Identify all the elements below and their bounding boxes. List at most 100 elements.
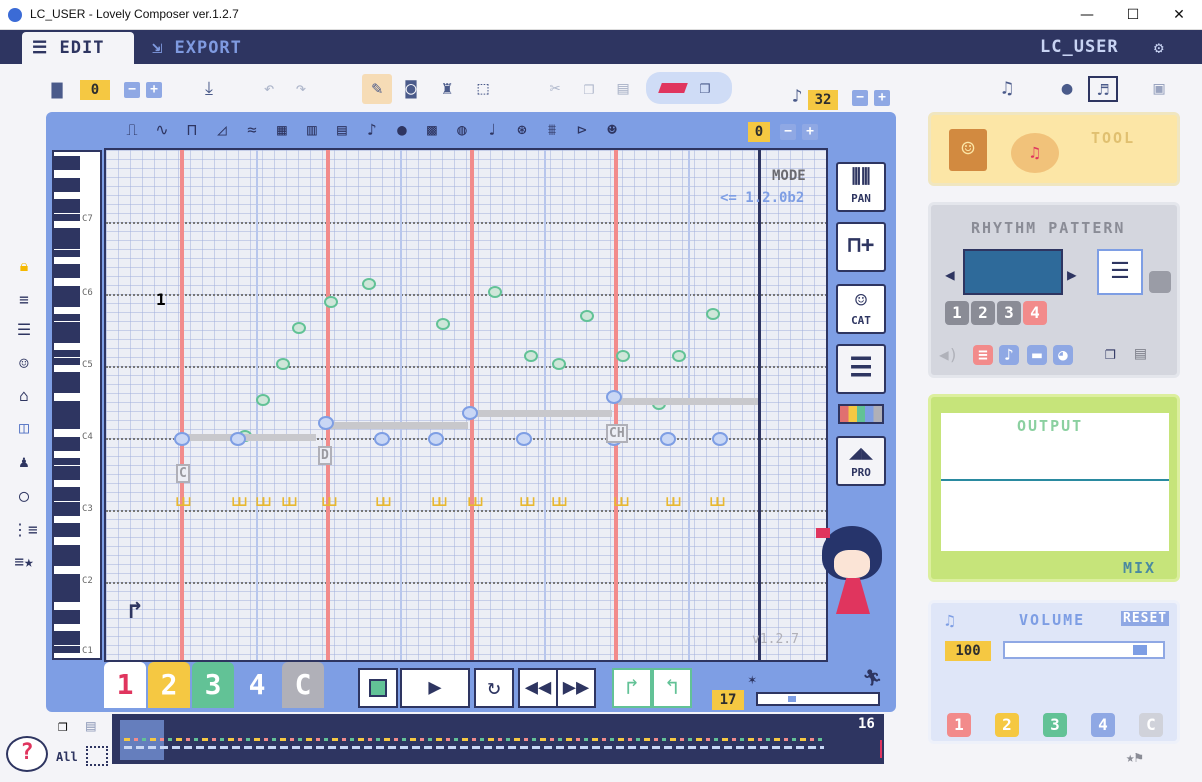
black-key[interactable] [54, 523, 80, 531]
piano-icon[interactable]: ▥ [300, 118, 324, 142]
black-key[interactable] [54, 249, 80, 257]
volume-chC[interactable]: C [1139, 713, 1163, 737]
music-box-icon[interactable]: ▩ [420, 118, 444, 142]
pulse-wave-icon[interactable]: ⊓ [180, 118, 204, 142]
window-copy-icon[interactable]: ▣ [1146, 76, 1172, 102]
bell-icon[interactable]: ♟ [12, 450, 36, 474]
black-key[interactable] [54, 588, 80, 595]
black-key[interactable] [54, 444, 80, 451]
black-key[interactable] [54, 609, 80, 617]
rhythm-slot-2[interactable]: 2 [971, 301, 995, 325]
page-plus-button[interactable]: + [146, 82, 162, 98]
black-key[interactable] [54, 530, 80, 538]
face-icon[interactable]: ☺ [12, 352, 36, 376]
tab-export[interactable]: ⇲ EXPORT [142, 32, 282, 64]
black-key[interactable] [54, 552, 80, 559]
channel-tab-3[interactable]: 3 [192, 662, 234, 708]
select-all-icon[interactable] [86, 746, 108, 766]
black-key[interactable] [54, 242, 80, 250]
rewind-button[interactable]: ◀◀ [518, 668, 558, 708]
black-key[interactable] [54, 631, 80, 639]
rhythm-slot-1[interactable]: 1 [945, 301, 969, 325]
paste-icon[interactable]: ▤ [610, 76, 636, 102]
black-key[interactable] [54, 595, 80, 603]
harp-icon[interactable]: ♪ [360, 118, 384, 142]
note-length-plus[interactable]: + [874, 90, 890, 106]
noise-wave-icon[interactable]: ≈ [240, 118, 264, 142]
rhythm-next-icon[interactable]: ▶ [1067, 265, 1077, 284]
tab-edit[interactable]: ☰ EDIT [22, 32, 134, 64]
black-key[interactable] [54, 573, 80, 581]
bell-inst-icon[interactable]: ⊛ [510, 118, 534, 142]
saw-wave-icon[interactable]: ◿ [210, 118, 234, 142]
black-key[interactable] [54, 213, 80, 221]
channel-tab-chord[interactable]: C [282, 662, 324, 708]
black-key[interactable] [54, 300, 80, 307]
note-length-minus[interactable]: − [852, 90, 868, 106]
organ-icon[interactable]: ▤ [330, 118, 354, 142]
scroll-speed-slider[interactable] [756, 692, 880, 706]
black-key[interactable] [54, 336, 80, 343]
trumpet-icon[interactable]: ⊳ [570, 118, 594, 142]
bomb-icon[interactable]: ● [1054, 76, 1080, 102]
black-key[interactable] [54, 156, 80, 163]
black-key[interactable] [54, 235, 80, 243]
cat-button[interactable]: ☺ CAT [836, 284, 886, 334]
pan-button[interactable]: ⦀⦀ PAN [836, 162, 886, 212]
black-key[interactable] [54, 177, 80, 185]
black-key[interactable] [54, 458, 80, 466]
black-key[interactable] [54, 264, 80, 271]
volume-ch4[interactable]: 4 [1091, 713, 1115, 737]
volume-ch3[interactable]: 3 [1043, 713, 1067, 737]
black-key[interactable] [54, 379, 80, 387]
black-key[interactable] [54, 616, 80, 624]
palette-icon[interactable]: ♫ [1011, 133, 1059, 173]
guitar-icon[interactable]: ♩ [480, 118, 504, 142]
black-key[interactable] [54, 645, 80, 653]
volume-ch1[interactable]: 1 [947, 713, 971, 737]
rhythm-copy-icon[interactable]: ❐ [1105, 343, 1116, 364]
instrument-page-minus[interactable]: − [780, 124, 796, 140]
piano-keyboard[interactable]: C7 C6 C5 C4 C3 C2 C1 [52, 150, 102, 660]
music-list-icon[interactable]: ♫ [994, 76, 1020, 102]
rhythm-prev-icon[interactable]: ◀ [945, 265, 955, 284]
list-lines-icon[interactable]: ≡ [12, 288, 36, 312]
copy-icon[interactable]: ❐ [576, 76, 602, 102]
stamp-tool-icon[interactable]: ♜ [434, 76, 460, 102]
black-key[interactable] [54, 580, 80, 588]
volume-slider[interactable] [1003, 641, 1165, 659]
black-key[interactable] [54, 422, 80, 430]
numbered-list-icon[interactable]: ⋮≡ [12, 518, 38, 542]
rhythm-paste-icon[interactable]: ▤ [1135, 343, 1146, 364]
star-flag-icon[interactable]: ★⚑ [1126, 750, 1143, 766]
black-key[interactable] [54, 436, 80, 444]
color-bar-button[interactable] [838, 404, 884, 424]
black-key[interactable] [54, 472, 80, 480]
repeat-back-button[interactable]: ↰ [652, 668, 692, 708]
black-key[interactable] [54, 199, 80, 207]
black-key[interactable] [54, 400, 80, 408]
pencil-tool-icon[interactable]: ✎ [362, 74, 392, 104]
black-key[interactable] [54, 184, 80, 192]
undo-icon[interactable]: ↶ [256, 76, 282, 102]
black-key[interactable] [54, 163, 80, 171]
window-mode-icon[interactable]: ♬ [1088, 76, 1118, 102]
piano-roll-grid[interactable]: C D CH ⊔⊔ ⊔⊔ ⊔⊔ ⊔⊔ ⊔⊔ ⊔⊔ ⊔⊔ ⊔⊔ ⊔⊔ ⊔⊔ ⊔⊔ ⊔⊔ ⊔⊔ [104, 148, 828, 662]
rhythm-ch4-icon[interactable]: ◕ [1053, 345, 1073, 365]
black-key[interactable] [54, 415, 80, 423]
black-key[interactable] [54, 228, 80, 235]
black-key[interactable] [54, 494, 80, 502]
black-key[interactable] [54, 271, 80, 279]
sine-wave-icon[interactable]: ∿ [150, 118, 174, 142]
settings-icon[interactable]: ⚙ [1154, 38, 1176, 58]
black-key[interactable] [54, 508, 80, 516]
rhythm-speaker-icon[interactable]: ◀) [939, 345, 958, 364]
minimize-button[interactable]: — [1064, 0, 1110, 30]
rhythm-slot-3[interactable]: 3 [997, 301, 1021, 325]
drum-icon[interactable]: ◍ [450, 118, 474, 142]
rhythm-ch2-icon[interactable]: ♪ [999, 345, 1019, 365]
eraser-tool-icon[interactable]: ◙ [398, 76, 424, 102]
black-key[interactable] [54, 328, 80, 336]
black-key[interactable] [54, 206, 80, 214]
black-key[interactable] [54, 292, 80, 300]
